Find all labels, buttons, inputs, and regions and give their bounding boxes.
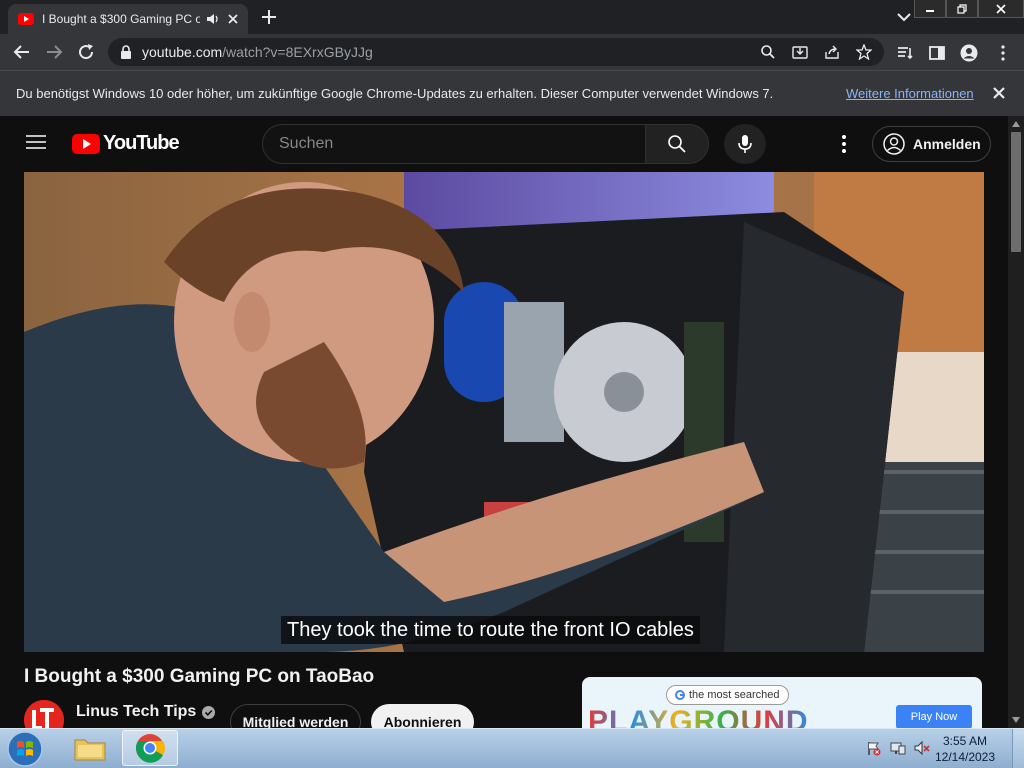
scroll-down-arrow-icon[interactable]	[1012, 716, 1020, 724]
back-arrow-icon[interactable]	[12, 42, 32, 62]
search-box[interactable]	[262, 124, 646, 164]
google-g-icon	[675, 690, 685, 700]
infobar-close-icon[interactable]	[992, 86, 1006, 100]
ad-headline-text: PLAYGROUND	[588, 705, 809, 729]
address-bar[interactable]: youtube.com/watch?v=8EXrxGByJJg	[108, 38, 884, 66]
video-frame	[24, 172, 984, 652]
url-path: /watch?v=8EXrxGByJJg	[222, 44, 373, 60]
youtube-logo-text: YouTube	[103, 132, 180, 154]
clock-time: 3:55 AM	[942, 734, 988, 748]
ad-tag: the most searched	[666, 685, 789, 705]
volume-muted-icon[interactable]	[914, 740, 930, 756]
url-text[interactable]: youtube.com/watch?v=8EXrxGByJJg	[142, 44, 373, 60]
taskbar-explorer[interactable]	[62, 730, 118, 766]
search-icon	[668, 135, 686, 153]
forward-arrow-icon[interactable]	[44, 42, 64, 62]
chrome-menu-icon[interactable]	[994, 44, 1012, 62]
system-clock[interactable]: 3:55 AM 12/14/2023	[930, 733, 1000, 765]
side-panel-icon[interactable]	[928, 44, 946, 62]
show-desktop-button[interactable]	[1012, 729, 1024, 768]
restore-button[interactable]	[946, 0, 978, 18]
video-title: I Bought a $300 Gaming PC on TaoBao	[24, 666, 375, 687]
minimize-button[interactable]	[914, 0, 946, 18]
more-options-icon[interactable]	[834, 134, 854, 154]
profile-avatar-icon[interactable]	[960, 44, 978, 62]
account-icon	[883, 133, 905, 155]
update-warning-infobar: Du benötigst Windows 10 oder höher, um z…	[0, 70, 1024, 116]
zoom-search-icon[interactable]	[760, 44, 776, 60]
network-icon[interactable]	[890, 740, 906, 756]
hamburger-menu-icon[interactable]	[26, 133, 46, 151]
taskbar-chrome[interactable]	[122, 730, 178, 766]
infobar-more-info-link[interactable]: Weitere Informationen	[846, 86, 974, 101]
scroll-up-arrow-icon[interactable]	[1012, 120, 1020, 128]
window-close-button[interactable]	[978, 0, 1024, 18]
sign-in-button[interactable]: Anmelden	[872, 126, 991, 162]
browser-toolbar: youtube.com/watch?v=8EXrxGByJJg	[0, 34, 1024, 70]
action-center-flag-icon[interactable]	[866, 740, 882, 756]
scrollbar-thumb[interactable]	[1011, 132, 1021, 252]
video-caption: They took the time to route the front IO…	[281, 616, 700, 644]
bookmark-star-icon[interactable]	[856, 44, 872, 60]
sign-in-label: Anmelden	[913, 136, 981, 152]
new-tab-icon[interactable]	[260, 8, 278, 26]
reading-list-icon[interactable]	[896, 44, 914, 62]
chrome-icon	[136, 734, 165, 763]
search-button[interactable]	[645, 124, 709, 164]
search-input[interactable]	[277, 133, 617, 155]
tab-title: I Bought a $300 Gaming PC on TaoBao - Yo…	[42, 12, 200, 26]
lock-icon[interactable]	[120, 45, 132, 59]
channel-name-label: Linus Tech Tips	[76, 703, 197, 720]
install-app-icon[interactable]	[792, 44, 808, 60]
voice-search-button[interactable]	[724, 124, 766, 164]
restore-icon	[957, 3, 967, 14]
display-ad[interactable]: the most searched PLAYGROUND Play Now	[582, 677, 982, 729]
channel-name[interactable]: Linus Tech Tips	[76, 703, 216, 721]
url-host: youtube.com	[142, 44, 223, 60]
tab-search-chevron-icon[interactable]	[896, 10, 912, 24]
ad-headline: PLAYGROUND	[588, 705, 809, 729]
infobar-message: Du benötigst Windows 10 oder höher, um z…	[16, 86, 774, 101]
ad-tag-text: the most searched	[689, 689, 780, 701]
audio-playing-icon[interactable]	[206, 12, 220, 26]
share-icon[interactable]	[824, 44, 840, 60]
microphone-icon	[738, 135, 752, 153]
youtube-logo[interactable]: YouTube	[72, 132, 180, 155]
youtube-play-logo-icon	[72, 133, 100, 154]
youtube-favicon-icon	[18, 13, 34, 25]
window-controls	[914, 0, 1024, 18]
reload-icon[interactable]	[76, 42, 96, 62]
clock-date: 12/14/2023	[934, 750, 996, 764]
windows-start-button[interactable]	[6, 730, 44, 768]
window-close-icon	[996, 3, 1006, 14]
browser-tab[interactable]: I Bought a $300 Gaming PC on TaoBao - Yo…	[8, 4, 248, 34]
youtube-header: YouTube Anmelden	[0, 116, 1008, 172]
ad-play-now-button[interactable]: Play Now	[896, 705, 972, 729]
video-player[interactable]	[24, 172, 984, 652]
minimize-icon	[926, 9, 934, 12]
verified-check-icon	[202, 705, 216, 719]
tab-close-icon[interactable]	[226, 12, 240, 26]
folder-icon	[74, 739, 106, 761]
browser-tab-bar: I Bought a $300 Gaming PC on TaoBao - Yo…	[0, 0, 1024, 34]
